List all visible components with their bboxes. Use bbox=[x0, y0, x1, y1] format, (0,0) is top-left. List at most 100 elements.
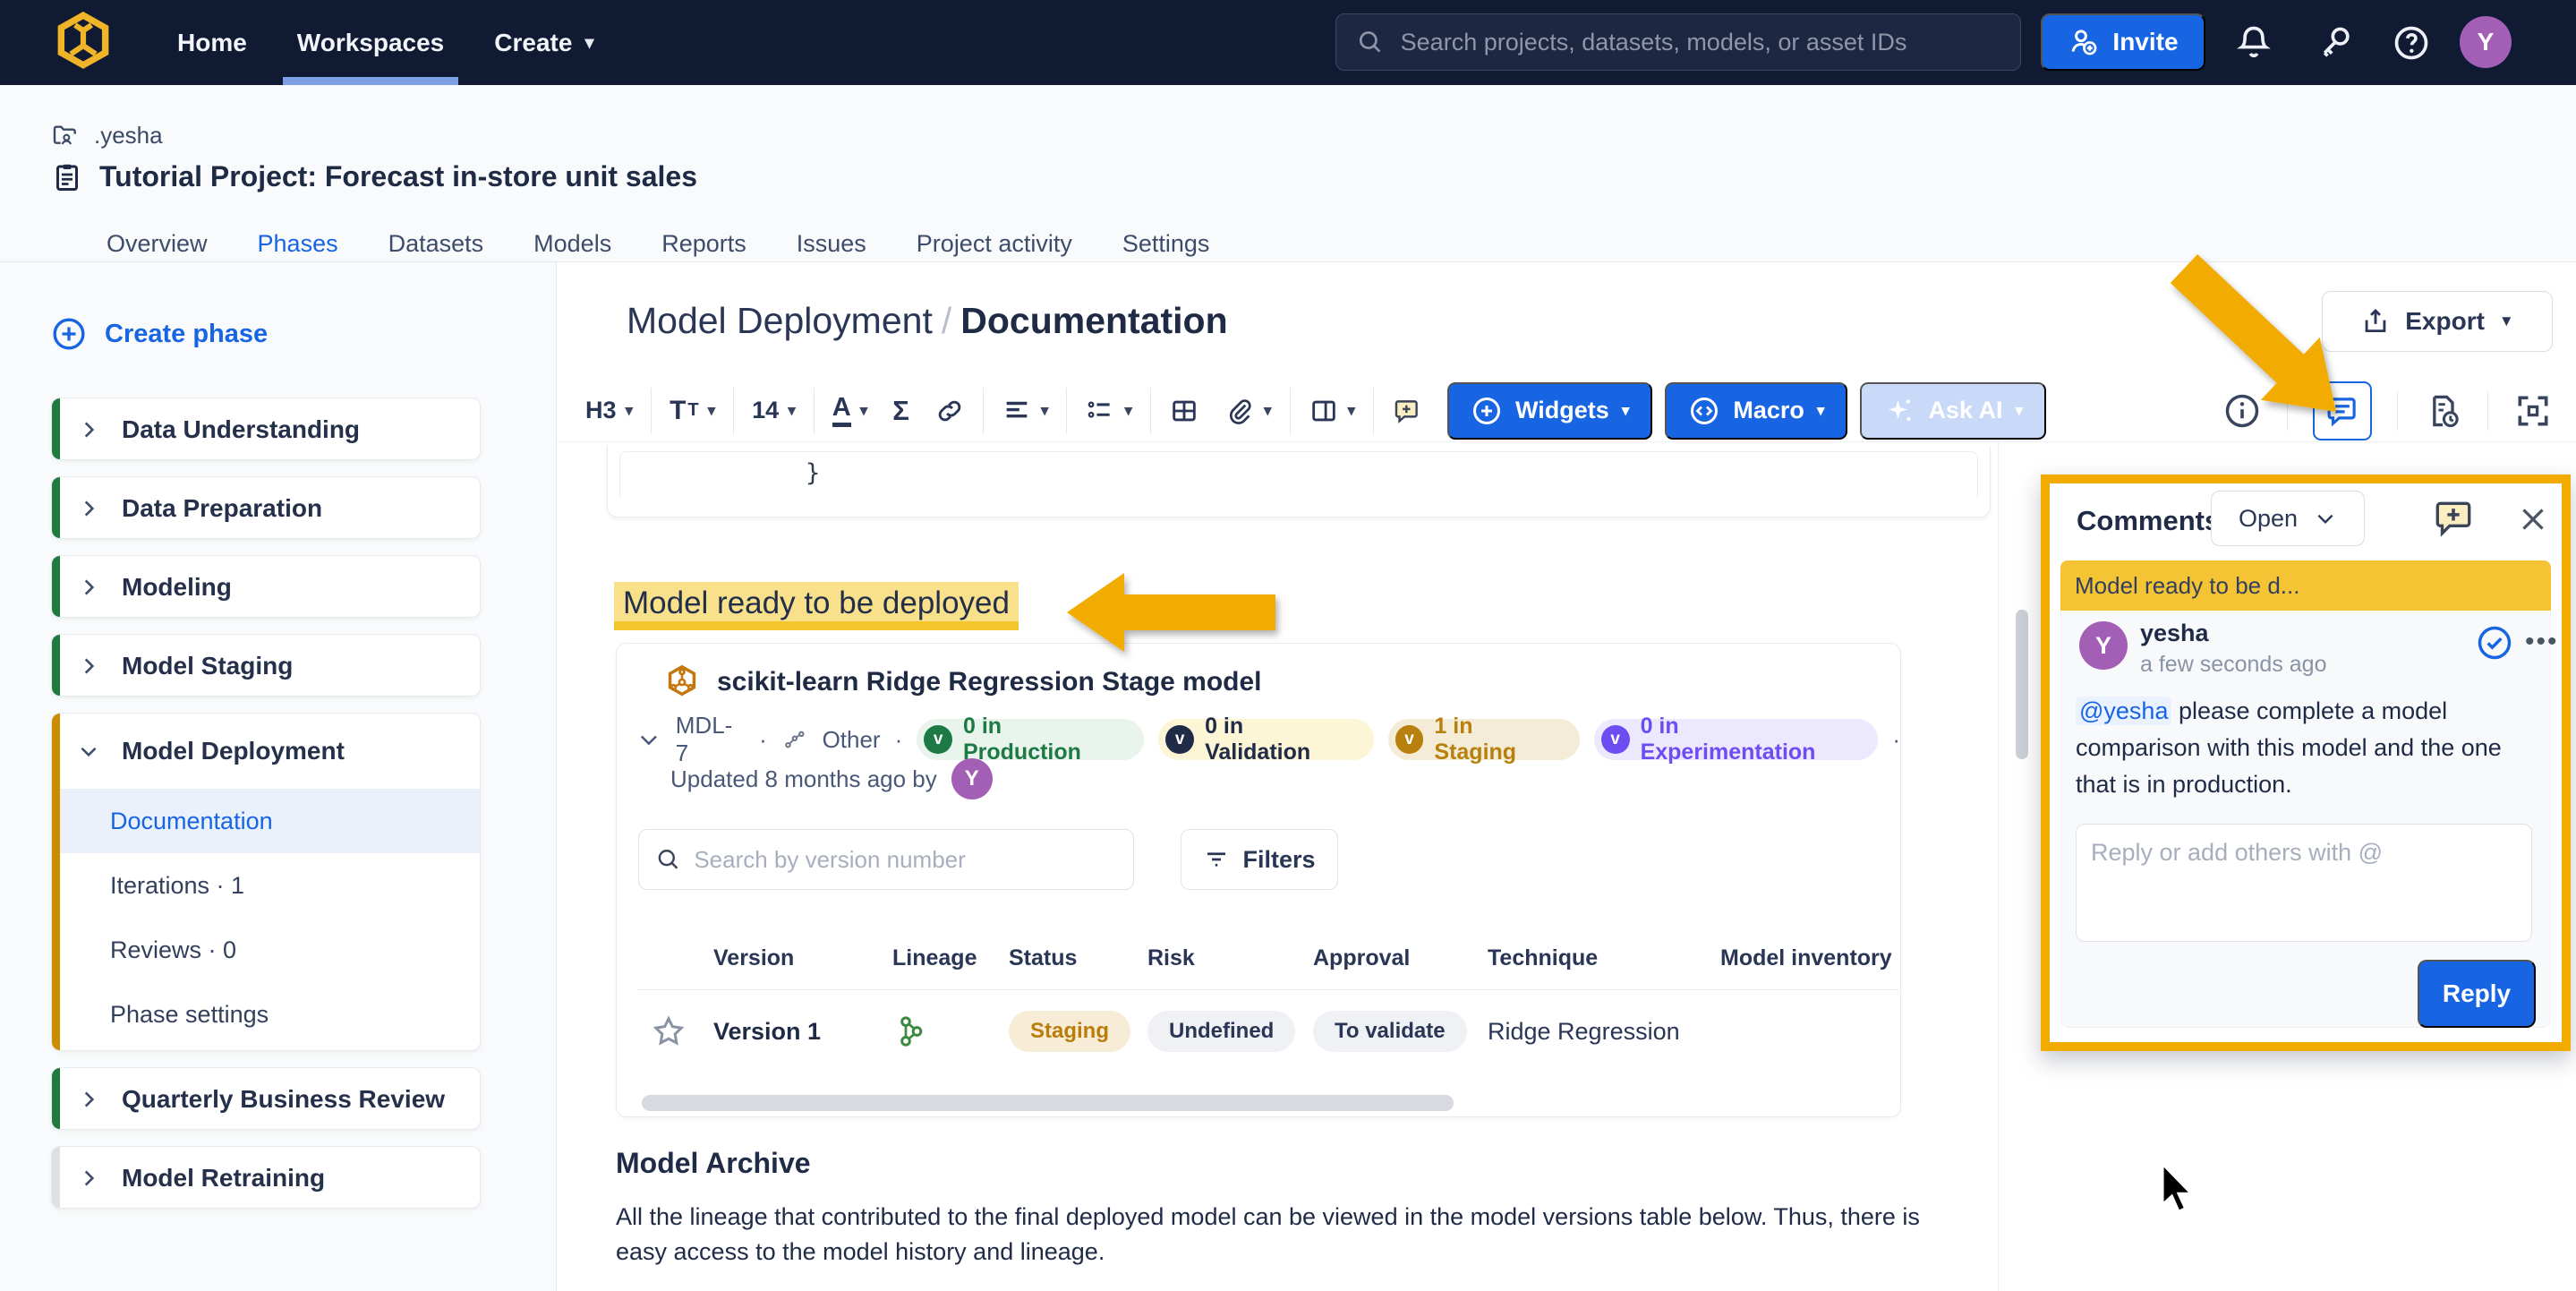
cell-version[interactable]: Version 1 bbox=[713, 1018, 892, 1046]
comments-panel: Comments Open Model ready to be d... Y y… bbox=[2041, 475, 2571, 1051]
global-search-input[interactable] bbox=[1401, 29, 2000, 56]
version-search-input[interactable] bbox=[694, 846, 1117, 874]
sidebar-item-documentation[interactable]: Documentation bbox=[52, 789, 480, 853]
phase-card-modeling[interactable]: Modeling bbox=[51, 555, 481, 618]
phase-card-model-staging[interactable]: Model Staging bbox=[51, 634, 481, 697]
fullscreen-icon[interactable] bbox=[2513, 391, 2553, 431]
resolve-check-icon[interactable] bbox=[2475, 623, 2514, 663]
phase-card-data-understanding[interactable]: Data Understanding bbox=[51, 398, 481, 460]
thread-anchor-banner[interactable]: Model ready to be d... bbox=[2060, 560, 2551, 611]
nav-create[interactable]: Create▾ bbox=[469, 0, 618, 85]
comment-more-menu[interactable]: ••• bbox=[2525, 627, 2559, 657]
model-title-row[interactable]: scikit-learn Ridge Regression Stage mode… bbox=[661, 662, 1262, 703]
notifications-bell-icon[interactable] bbox=[2234, 23, 2273, 63]
heading-style-dropdown[interactable]: H3▾ bbox=[573, 382, 645, 440]
reply-input[interactable] bbox=[2076, 824, 2532, 942]
vectice-logo-icon[interactable] bbox=[50, 10, 116, 76]
create-phase-button[interactable]: Create phase bbox=[51, 316, 268, 352]
macro-button[interactable]: Macro▾ bbox=[1665, 382, 1847, 440]
versions-table-header: Version Lineage Status Risk Approval Tec… bbox=[638, 928, 1898, 990]
api-key-icon[interactable] bbox=[2316, 23, 2356, 63]
font-size-dropdown[interactable]: 14▾ bbox=[739, 382, 808, 440]
header-risk[interactable]: Risk bbox=[1147, 945, 1313, 971]
phase-card-quarterly-business-review[interactable]: Quarterly Business Review bbox=[51, 1067, 481, 1130]
nav-home[interactable]: Home bbox=[152, 0, 272, 85]
new-comment-icon[interactable] bbox=[2431, 496, 2476, 541]
nav-workspaces-label: Workspaces bbox=[297, 29, 444, 57]
widgets-button[interactable]: Widgets▾ bbox=[1447, 382, 1652, 440]
chevron-right-icon bbox=[77, 576, 100, 599]
export-button[interactable]: Export ▼ bbox=[2322, 291, 2553, 352]
phase-label: Model Deployment bbox=[122, 737, 345, 765]
phases-sidebar: Create phase Data Understanding Data Pre… bbox=[0, 262, 557, 1291]
user-avatar[interactable]: Y bbox=[2460, 16, 2512, 68]
export-label: Export bbox=[2405, 307, 2485, 336]
lineage-icon[interactable] bbox=[892, 1013, 928, 1049]
layout-columns-dropdown[interactable]: ▾ bbox=[1296, 382, 1369, 440]
version-table-row[interactable]: Version 1 Staging Undefined To validate … bbox=[638, 990, 1898, 1073]
table-icon bbox=[1169, 396, 1199, 426]
header-approval[interactable]: Approval bbox=[1313, 945, 1488, 971]
close-icon[interactable] bbox=[2517, 503, 2549, 535]
workspace-name: .yesha bbox=[94, 122, 163, 150]
info-icon[interactable] bbox=[2222, 391, 2262, 431]
header-lineage[interactable]: Lineage bbox=[892, 945, 1009, 971]
font-icon: T bbox=[670, 396, 686, 426]
ask-ai-button[interactable]: Ask AI▾ bbox=[1860, 382, 2046, 440]
horizontal-scrollbar[interactable] bbox=[642, 1095, 1454, 1111]
toolbar-divider bbox=[983, 388, 984, 434]
editor-right-border bbox=[1998, 442, 1999, 1291]
sidebar-item-reviews[interactable]: Reviews · 0 bbox=[52, 918, 480, 982]
invite-button[interactable]: Invite bbox=[2041, 13, 2205, 71]
sidebar-item-iterations[interactable]: Iterations · 1 bbox=[52, 853, 480, 918]
version-history-icon[interactable] bbox=[2423, 391, 2462, 431]
header-status[interactable]: Status bbox=[1009, 945, 1147, 971]
text-color-dropdown[interactable]: A▾ bbox=[820, 382, 881, 440]
filters-button[interactable]: Filters bbox=[1181, 829, 1338, 890]
updated-by-avatar[interactable]: Y bbox=[951, 758, 993, 799]
comments-toggle-button[interactable] bbox=[2313, 381, 2372, 440]
formula-button[interactable]: Σ bbox=[880, 382, 922, 440]
mention-chip[interactable]: @yesha bbox=[2076, 697, 2171, 725]
version-search[interactable] bbox=[638, 829, 1134, 890]
sidebar-item-phase-settings[interactable]: Phase settings bbox=[52, 982, 480, 1047]
model-icon bbox=[661, 662, 703, 703]
attachment-dropdown[interactable]: ▾ bbox=[1212, 382, 1284, 440]
chevron-right-icon bbox=[77, 418, 100, 441]
insert-table-button[interactable] bbox=[1156, 382, 1212, 440]
phase-card-data-preparation[interactable]: Data Preparation bbox=[51, 476, 481, 539]
thread-title: Model ready to be d... bbox=[2075, 572, 2299, 600]
header-technique[interactable]: Technique bbox=[1488, 945, 1720, 971]
dot-separator: · bbox=[1892, 726, 1900, 754]
sidebar-item-label: Reviews · 0 bbox=[110, 936, 236, 964]
help-icon[interactable] bbox=[2392, 23, 2431, 63]
workspace-breadcrumb[interactable]: .yesha bbox=[51, 121, 163, 150]
add-comment-button[interactable] bbox=[1379, 382, 1435, 440]
star-icon[interactable] bbox=[651, 1013, 687, 1049]
insert-link-button[interactable] bbox=[922, 382, 977, 440]
primary-nav: Home Workspaces Create▾ bbox=[152, 0, 618, 85]
highlighted-heading[interactable]: Model ready to be deployed bbox=[614, 582, 1019, 623]
header-model-inventory[interactable]: Model inventory bbox=[1720, 945, 1898, 971]
align-dropdown[interactable]: ▾ bbox=[989, 382, 1062, 440]
phase-card-model-retraining[interactable]: Model Retraining bbox=[51, 1146, 481, 1209]
risk-pill: Undefined bbox=[1147, 1011, 1295, 1052]
code-block-widget[interactable]: } bbox=[607, 446, 1991, 517]
align-left-icon bbox=[1002, 396, 1032, 426]
version-glyph: v bbox=[1601, 725, 1630, 754]
chevron-down-icon[interactable] bbox=[636, 727, 661, 752]
nav-workspaces[interactable]: Workspaces bbox=[272, 0, 469, 85]
code-block[interactable]: } bbox=[619, 451, 1978, 498]
cell-technique: Ridge Regression bbox=[1488, 1018, 1720, 1046]
vertical-scrollbar[interactable] bbox=[2016, 610, 2028, 759]
header-version[interactable]: Version bbox=[713, 945, 892, 971]
list-dropdown[interactable]: ▾ bbox=[1072, 382, 1145, 440]
breadcrumb-parent[interactable]: Model Deployment bbox=[627, 300, 933, 341]
reply-button[interactable]: Reply bbox=[2418, 960, 2536, 1028]
global-search[interactable] bbox=[1335, 13, 2021, 71]
heading-level-label: H3 bbox=[585, 397, 617, 424]
comments-filter-select[interactable]: Open bbox=[2211, 491, 2365, 546]
plus-circle-icon bbox=[51, 316, 87, 352]
font-family-dropdown[interactable]: TT▾ bbox=[657, 382, 728, 440]
phase-header-model-deployment[interactable]: Model Deployment bbox=[52, 714, 480, 789]
